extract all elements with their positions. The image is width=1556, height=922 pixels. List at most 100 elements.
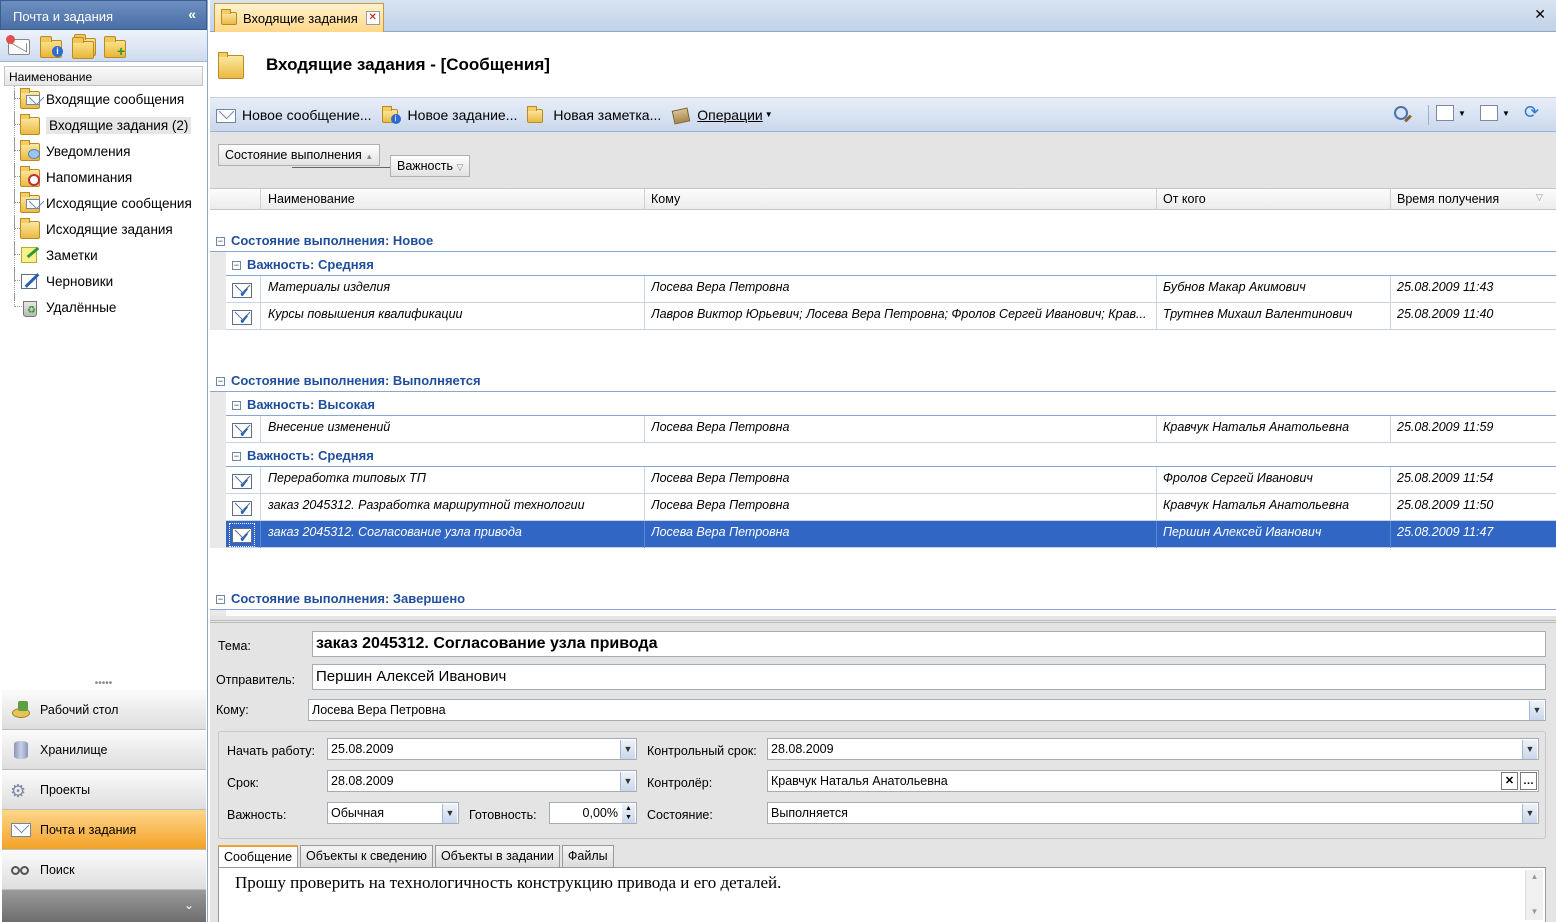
add-folder-icon[interactable]: + (104, 35, 126, 58)
tasks-grid: − Состояние выполнения: Новое − Важность: С… (210, 210, 1556, 616)
group-header-priority[interactable]: − Важность: Высокая (226, 392, 1556, 416)
preview-button[interactable]: ▼ (1480, 105, 1510, 121)
cell-time: 25.08.2009 11:54 (1397, 471, 1494, 485)
table-row[interactable]: ✓ Внесение изменений Лосева Вера Петровна К… (226, 416, 1556, 443)
collapse-group-icon[interactable]: − (232, 452, 241, 461)
search-button[interactable] (1394, 105, 1412, 123)
group-chip-priority[interactable]: Важность ▽ (390, 155, 471, 177)
folder-reminders[interactable]: Напоминания (14, 164, 207, 190)
desktop-icon (10, 700, 32, 720)
nav-projects-button[interactable]: ⚙ Проекты (2, 770, 206, 810)
to-combo[interactable]: Лосева Вера Петровна ▼ (308, 699, 1546, 721)
sort-descending-icon: ▽ (1536, 192, 1543, 202)
table-row[interactable]: ✓ заказ 2045312. Разработка маршрутной те… (226, 494, 1556, 521)
chevron-down-icon[interactable]: ▼ (1529, 701, 1544, 720)
chevron-down-icon[interactable]: ▼ (442, 804, 457, 823)
tab-inbox-tasks[interactable]: Входящие задания ✕ (214, 3, 384, 32)
folder-outbox-tasks[interactable]: Исходящие задания (14, 216, 207, 242)
refresh-icon[interactable]: ⟳ (1524, 102, 1539, 123)
group-header-state[interactable]: − Состояние выполнения: Новое (210, 228, 1556, 252)
tab-message[interactable]: Сообщение (218, 845, 299, 869)
group-header-priority[interactable]: −Важность: Средняя (226, 443, 1556, 467)
folder-notes[interactable]: Заметки (14, 242, 207, 268)
message-scrollbar[interactable]: ▲ ▼ (1525, 870, 1543, 920)
control-date-field[interactable]: 28.08.2009 ▼ (767, 738, 1539, 760)
column-header-name[interactable]: Наименование (268, 192, 355, 206)
navigation-buttons: Рабочий стол Хранилище ⚙ Проекты Почта и … (2, 690, 206, 890)
readiness-spinner[interactable]: 0,00% ▲ ▼ (549, 802, 637, 824)
close-window-button[interactable]: ✕ (1534, 6, 1546, 23)
state-combo[interactable]: Выполняется ▼ (767, 802, 1539, 824)
collapse-group-icon[interactable]: − (216, 595, 225, 604)
collapse-group-icon[interactable]: − (216, 237, 225, 246)
folders-icon[interactable] (72, 33, 96, 59)
group-header-state[interactable]: − Состояние выполнения: Завершено (210, 586, 1556, 610)
column-header-to[interactable]: Кому (651, 192, 680, 206)
group-chip-state[interactable]: Состояние выполнения ▲ (218, 144, 381, 166)
new-task-button[interactable]: i Новое задание... (381, 105, 517, 124)
panel-splitter[interactable]: ••••• (0, 679, 207, 690)
folder-inbox-tasks[interactable]: Входящие задания (2) (14, 112, 207, 138)
chevron-down-icon[interactable]: ▼ (620, 772, 635, 791)
nav-storage-button[interactable]: Хранилище (2, 730, 206, 770)
task-message-icon: ✓ (230, 470, 254, 492)
folder-drafts[interactable]: Черновики (14, 268, 207, 294)
operations-menu[interactable]: Операции ▼ (671, 106, 773, 125)
new-message-icon[interactable] (6, 34, 30, 56)
priority-label: Важность: (227, 808, 287, 822)
document-tab-bar: Входящие задания ✕ ✕ (210, 0, 1556, 32)
new-message-button[interactable]: Новое сообщение... (216, 106, 372, 124)
start-date-field[interactable]: 25.08.2009 ▼ (327, 738, 637, 760)
cell-time: 25.08.2009 11:59 (1397, 420, 1494, 434)
outbox-messages-icon (20, 192, 40, 213)
nav-desktop-button[interactable]: Рабочий стол (2, 690, 206, 730)
group-header-priority[interactable]: −Важность: Средняя (226, 610, 1556, 616)
collapse-group-icon[interactable]: − (232, 401, 241, 410)
collapse-group-icon[interactable]: − (216, 377, 225, 386)
edit-view-button[interactable]: ▼ (1436, 105, 1466, 121)
folder-inbox-messages[interactable]: Входящие сообщения (14, 86, 207, 112)
nav-mail-tasks-button[interactable]: Почта и задания (2, 810, 206, 850)
table-row[interactable]: ✓ Переработка типовых ТП Лосева Вера Петро… (226, 467, 1556, 494)
inbox-tasks-icon (20, 114, 40, 135)
priority-combo[interactable]: Обычная ▼ (327, 802, 459, 824)
due-date-field[interactable]: 28.08.2009 ▼ (327, 770, 637, 792)
new-note-button[interactable]: Новая заметка... (527, 105, 661, 124)
group-header-state[interactable]: − Состояние выполнения: Выполняется (210, 368, 1556, 392)
spinner-arrows-icon[interactable]: ▲ ▼ (622, 804, 635, 823)
message-text-area[interactable]: Прошу проверить на технологичность конст… (218, 867, 1546, 922)
left-panel-title: Почта и задания (13, 9, 114, 24)
nav-search-button[interactable]: Поиск (2, 850, 206, 890)
subject-field[interactable]: заказ 2045312. Согласование узла привода (312, 631, 1546, 657)
clear-icon[interactable]: ✕ (1501, 772, 1518, 790)
folder-outbox-messages[interactable]: Исходящие сообщения (14, 190, 207, 216)
column-header-from[interactable]: От кого (1163, 192, 1206, 206)
table-row[interactable]: ✓ Материалы изделия Лосева Вера Петровна Бу… (226, 276, 1556, 303)
chevron-down-icon[interactable]: ▼ (620, 740, 635, 759)
tab-files[interactable]: Файлы (561, 845, 614, 867)
cell-to: Лосева Вера Петровна (651, 525, 790, 539)
controller-field[interactable]: Кравчук Наталья Анатольевна ✕… (767, 770, 1539, 792)
collapse-group-icon[interactable]: − (232, 261, 241, 270)
cell-from: Трутнев Михаил Валентинович (1163, 307, 1353, 321)
folder-info-icon[interactable]: i (40, 35, 63, 58)
drafts-icon (20, 271, 40, 291)
group-chip-label: Важность (397, 159, 453, 173)
sender-field[interactable]: Першин Алексей Иванович (312, 664, 1546, 690)
tab-task-objects[interactable]: Объекты в задании (434, 845, 560, 867)
collapse-panel-button[interactable]: « (188, 6, 196, 22)
tab-close-button[interactable]: ✕ (365, 11, 380, 25)
browse-ellipsis-icon[interactable]: … (1520, 772, 1537, 790)
table-row[interactable]: ✓ заказ 2045312. Согласование узла привод… (226, 521, 1556, 548)
nav-overflow-button[interactable]: ⌄ (2, 890, 206, 922)
table-row[interactable]: ✓ Курсы повышения квалификации Лавров Викт… (226, 303, 1556, 330)
chevron-down-icon[interactable]: ▼ (1522, 740, 1537, 759)
column-header-received-time[interactable]: Время получения (1397, 192, 1499, 206)
tab-info-objects[interactable]: Объекты к сведению (300, 845, 433, 867)
dropdown-arrow-icon: ▼ (764, 110, 773, 119)
folder-deleted[interactable]: ♻ Удалённые (14, 294, 207, 320)
folder-notifications[interactable]: Уведомления (14, 138, 207, 164)
chevron-down-icon[interactable]: ▼ (1522, 804, 1537, 823)
folder-column-header[interactable]: Наименование (4, 66, 203, 86)
group-header-priority[interactable]: −Важность: Средняя (226, 252, 1556, 276)
